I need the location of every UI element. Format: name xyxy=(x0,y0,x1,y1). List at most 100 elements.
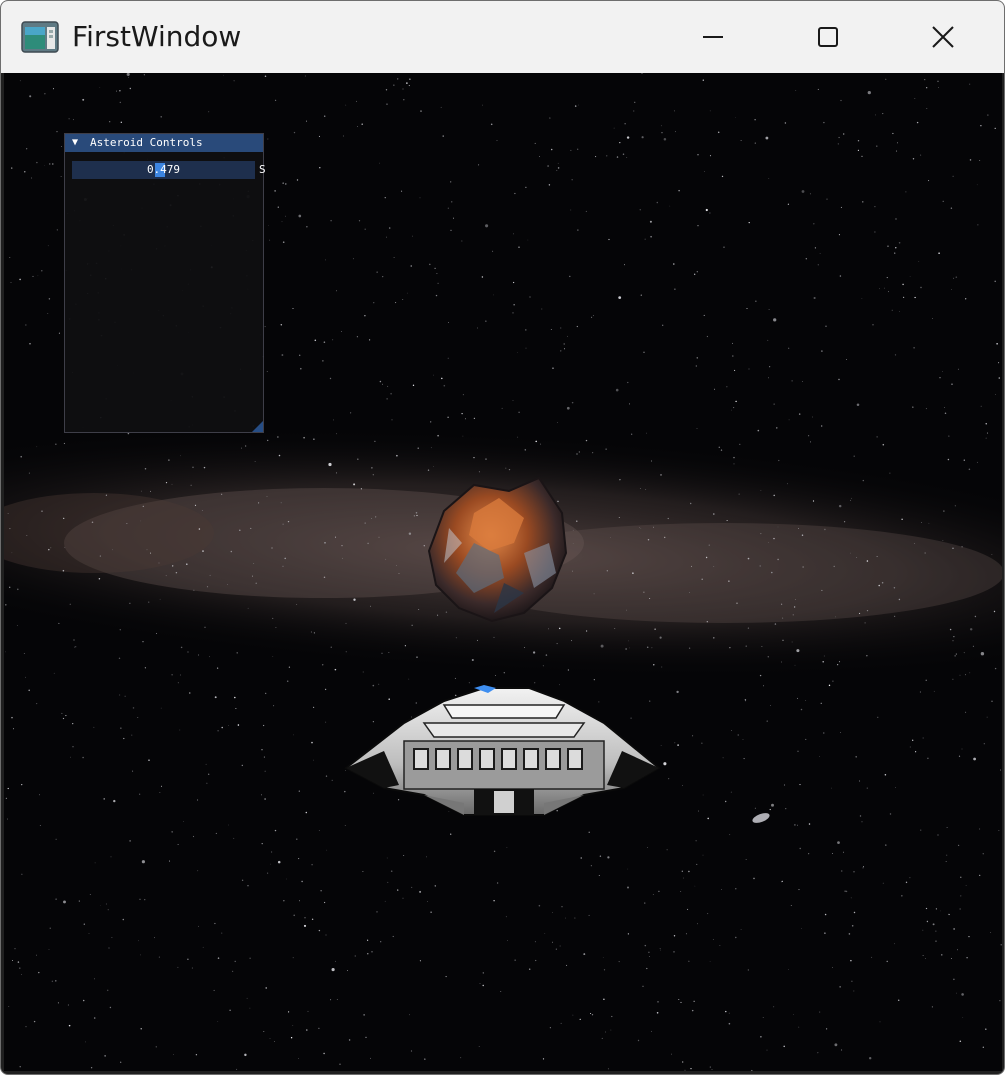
star xyxy=(777,526,779,528)
star xyxy=(795,89,797,91)
star xyxy=(65,715,67,717)
star xyxy=(330,999,332,1001)
star xyxy=(68,118,70,120)
star xyxy=(296,838,298,840)
star xyxy=(150,552,152,554)
star xyxy=(535,959,537,962)
star xyxy=(616,156,619,158)
star xyxy=(674,742,676,744)
star xyxy=(706,621,708,623)
star xyxy=(19,1066,21,1068)
panel-title-bar[interactable]: ▼ Asteroid Controls xyxy=(65,134,263,152)
star xyxy=(787,483,788,485)
star xyxy=(38,971,40,974)
star xyxy=(991,554,993,555)
star xyxy=(205,763,207,765)
star xyxy=(946,827,948,828)
star xyxy=(198,654,200,656)
star xyxy=(104,1055,106,1057)
star xyxy=(701,578,703,580)
star xyxy=(544,933,546,934)
resize-grip[interactable] xyxy=(252,421,263,432)
star xyxy=(593,679,595,681)
star xyxy=(36,161,38,164)
star xyxy=(994,280,996,283)
star xyxy=(542,665,544,667)
panel-title: Asteroid Controls xyxy=(90,136,203,149)
star xyxy=(493,850,496,853)
star xyxy=(374,440,376,443)
star xyxy=(203,466,206,469)
minimize-button[interactable] xyxy=(655,1,770,73)
star xyxy=(942,540,944,541)
star xyxy=(738,493,740,495)
star xyxy=(129,840,131,842)
asteroid-speed-slider[interactable]: 0.479 xyxy=(72,161,255,179)
star xyxy=(648,955,650,957)
star xyxy=(808,853,810,855)
star xyxy=(287,520,290,523)
star xyxy=(354,955,356,957)
star xyxy=(423,545,425,547)
star xyxy=(837,841,840,844)
star xyxy=(450,229,452,232)
star xyxy=(674,288,676,290)
star xyxy=(626,136,630,139)
star xyxy=(61,712,63,714)
star xyxy=(171,483,173,485)
star xyxy=(894,252,896,254)
star xyxy=(823,732,825,734)
star xyxy=(432,466,434,468)
star xyxy=(703,314,705,316)
star xyxy=(649,700,651,702)
star xyxy=(674,131,676,133)
star xyxy=(408,85,410,87)
star xyxy=(261,794,262,796)
star xyxy=(919,691,921,693)
slider-value: 0.479 xyxy=(146,163,181,176)
star xyxy=(881,581,884,584)
maximize-button[interactable] xyxy=(770,1,885,73)
collapse-arrow-icon[interactable]: ▼ xyxy=(72,134,78,152)
star xyxy=(496,882,499,884)
star xyxy=(274,190,276,192)
star xyxy=(144,667,146,669)
star xyxy=(913,347,915,349)
star xyxy=(401,190,403,192)
star xyxy=(119,101,122,104)
star xyxy=(396,565,397,567)
star xyxy=(437,434,439,437)
star xyxy=(986,432,989,434)
star xyxy=(824,932,826,934)
star xyxy=(364,315,366,317)
star xyxy=(782,639,784,641)
star xyxy=(397,78,399,80)
star xyxy=(365,1036,367,1039)
star xyxy=(985,423,987,425)
star xyxy=(946,854,948,856)
star xyxy=(442,135,444,137)
star xyxy=(996,343,998,345)
render-viewport[interactable]: ▼ Asteroid Controls 0.479 Speed xyxy=(4,73,1002,1071)
close-button[interactable] xyxy=(885,1,1000,73)
star xyxy=(168,860,171,862)
star xyxy=(766,720,768,722)
asteroid-controls-panel[interactable]: ▼ Asteroid Controls 0.479 Speed xyxy=(64,133,265,433)
star xyxy=(763,685,765,687)
star xyxy=(736,602,738,604)
star xyxy=(36,954,37,956)
title-bar[interactable]: FirstWindow xyxy=(1,1,1004,73)
star xyxy=(9,586,11,588)
star xyxy=(817,1052,819,1054)
star xyxy=(476,639,478,641)
star xyxy=(61,146,63,147)
star xyxy=(525,329,527,331)
star xyxy=(416,656,418,658)
star xyxy=(5,651,6,653)
star xyxy=(413,515,415,517)
star xyxy=(221,726,223,729)
star xyxy=(838,378,840,381)
star xyxy=(605,1031,606,1033)
window-title: FirstWindow xyxy=(72,20,242,53)
star xyxy=(695,365,697,367)
